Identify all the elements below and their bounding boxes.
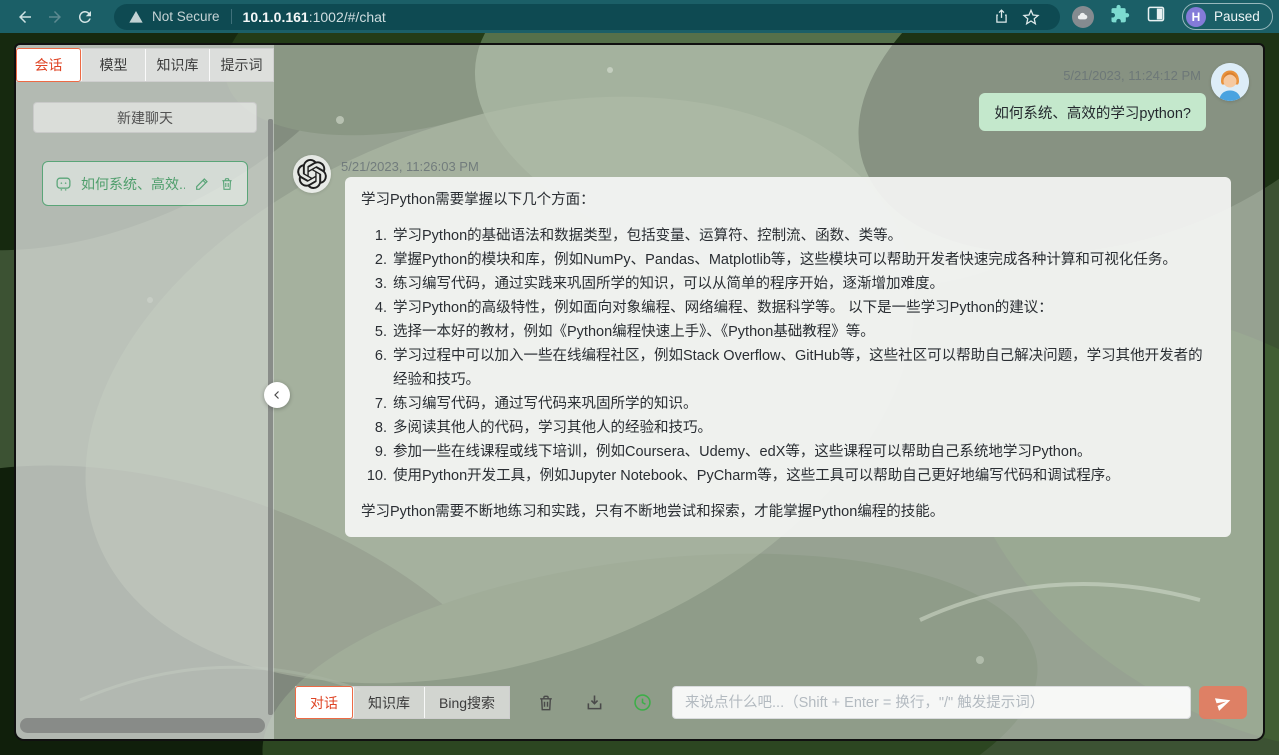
message-input[interactable]	[672, 686, 1191, 719]
share-icon[interactable]	[986, 4, 1016, 30]
chevron-left-icon	[271, 389, 283, 401]
tab-knowledge-search[interactable]: 知识库	[353, 687, 424, 718]
list-item: 练习编写代码，通过实践来巩固所学的知识，可以从简单的程序开始，逐渐增加难度。	[391, 272, 1215, 296]
url-host: 10.1.0.161	[243, 9, 309, 25]
paused-label: Paused	[1214, 9, 1260, 24]
assistant-message-bubble: 学习Python需要掌握以下几个方面： 学习Python的基础语法和数据类型，包…	[345, 177, 1231, 537]
list-item: 学习过程中可以加入一些在线编程社区，例如Stack Overflow、GitHu…	[391, 344, 1215, 392]
composer-bar: 对话 知识库 Bing搜索	[295, 686, 1247, 719]
user-avatar	[1211, 63, 1249, 101]
forward-button[interactable]	[40, 4, 70, 30]
assistant-list: 学习Python的基础语法和数据类型，包括变量、运算符、控制流、函数、类等。 掌…	[361, 224, 1215, 488]
sidebar: 会话 模型 知识库 提示词 新建聊天 如何系统、高效...	[16, 45, 274, 739]
tab-knowledge-base[interactable]: 知识库	[145, 49, 209, 81]
cloud-extension-icon[interactable]	[1072, 6, 1094, 28]
address-bar[interactable]: Not Secure 10.1.0.161:1002/#/chat	[114, 4, 1060, 30]
conversation-title: 如何系统、高效...	[81, 174, 185, 194]
security-label: Not Secure	[152, 9, 220, 24]
sidebar-collapse-button[interactable]	[264, 382, 290, 408]
url-path: :1002/#/chat	[309, 9, 386, 25]
tab-models[interactable]: 模型	[81, 49, 145, 81]
conversation-list-item[interactable]: 如何系统、高效...	[42, 161, 248, 206]
list-item: 多阅读其他人的代码，学习其他人的经验和技巧。	[391, 416, 1215, 440]
tab-bing-search[interactable]: Bing搜索	[424, 687, 509, 718]
tab-conversations[interactable]: 会话	[16, 48, 81, 82]
chat-app-window: 会话 模型 知识库 提示词 新建聊天 如何系统、高效... 5/21/2023,…	[14, 43, 1265, 741]
list-item: 学习Python的基础语法和数据类型，包括变量、运算符、控制流、函数、类等。	[391, 224, 1215, 248]
assistant-outro: 学习Python需要不断地练习和实践，只有不断地尝试和探索，才能掌握Python…	[361, 500, 1215, 524]
back-button[interactable]	[10, 4, 40, 30]
composer-tab-bar: 对话 知识库 Bing搜索	[295, 686, 510, 719]
list-item: 掌握Python的模块和库，例如NumPy、Pandas、Matplotlib等…	[391, 248, 1215, 272]
list-item: 选择一本好的教材，例如《Python编程快速上手》、《Python基础教程》等。	[391, 320, 1215, 344]
assistant-intro: 学习Python需要掌握以下几个方面：	[361, 188, 1215, 212]
history-clock-icon[interactable]	[631, 692, 653, 714]
assistant-message-timestamp: 5/21/2023, 11:26:03 PM	[341, 159, 479, 174]
sidebar-vertical-scrollbar[interactable]	[268, 119, 273, 715]
profile-paused-button[interactable]: H Paused	[1182, 3, 1273, 30]
list-item: 使用Python开发工具，例如Jupyter Notebook、PyCharm等…	[391, 464, 1215, 488]
list-item: 参加一些在线课程或线下培训，例如Coursera、Udemy、edX等，这些课程…	[391, 440, 1215, 464]
clear-chat-trash-icon[interactable]	[535, 692, 557, 714]
profile-avatar: H	[1186, 7, 1206, 27]
browser-toolbar: Not Secure 10.1.0.161:1002/#/chat H Paus…	[0, 0, 1279, 33]
openai-logo-icon	[293, 155, 331, 193]
list-item: 练习编写代码，通过写代码来巩固所学的知识。	[391, 392, 1215, 416]
user-message-timestamp: 5/21/2023, 11:24:12 PM	[1063, 68, 1201, 83]
bookmark-star-icon[interactable]	[1016, 4, 1046, 30]
side-panel-icon[interactable]	[1146, 4, 1166, 29]
new-chat-button[interactable]: 新建聊天	[33, 102, 257, 133]
tab-prompts[interactable]: 提示词	[209, 49, 273, 81]
list-item: 学习Python的高级特性，例如面向对象编程、网络编程、数据科学等。 以下是一些…	[391, 296, 1215, 320]
url-divider	[231, 9, 232, 24]
edit-icon[interactable]	[194, 176, 210, 192]
user-message-bubble: 如何系统、高效的学习python?	[979, 93, 1206, 131]
send-button[interactable]	[1199, 686, 1247, 719]
tab-dialogue[interactable]: 对话	[295, 686, 353, 719]
chat-bubble-icon	[55, 175, 72, 192]
not-secure-warning-icon	[128, 9, 144, 25]
extensions-puzzle-icon[interactable]	[1110, 4, 1130, 29]
sidebar-horizontal-scrollbar[interactable]	[20, 718, 265, 733]
chat-area: 5/21/2023, 11:24:12 PM 如何系统、高效的学习python?…	[274, 45, 1263, 739]
delete-icon[interactable]	[219, 176, 235, 192]
sidebar-tab-bar: 会话 模型 知识库 提示词	[16, 48, 274, 82]
download-chat-icon[interactable]	[583, 692, 605, 714]
reload-button[interactable]	[70, 4, 100, 30]
